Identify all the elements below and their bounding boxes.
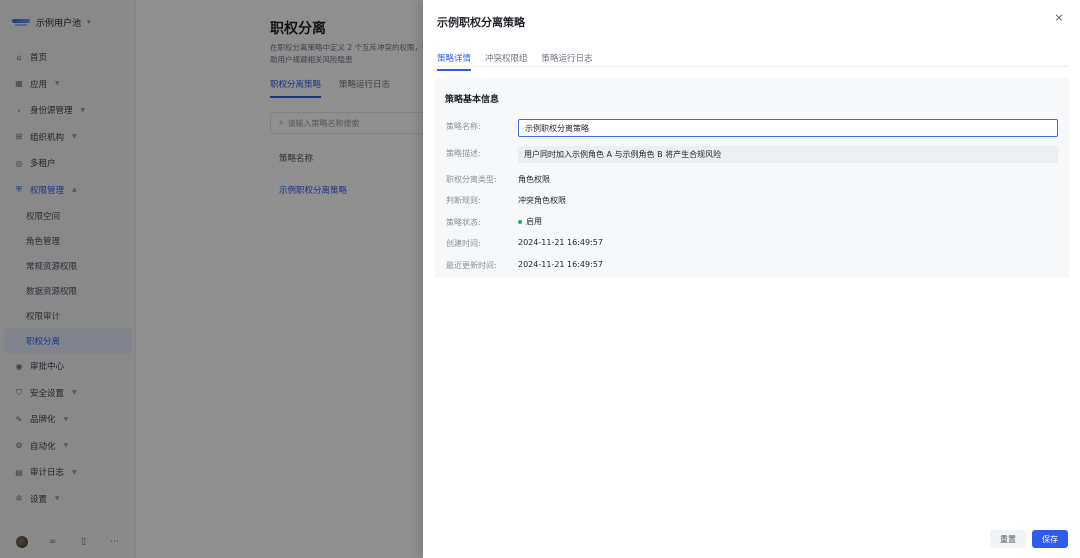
field-value-created: 2024-11-21 16:49:57 <box>518 238 603 247</box>
status-dot-icon <box>518 219 522 224</box>
field-label-type: 职权分离类型: <box>446 175 497 184</box>
field-label-description: 策略描述: <box>446 149 481 158</box>
tabs-divider <box>437 66 1068 67</box>
field-label-rule: 判断规则: <box>446 196 481 205</box>
field-value-updated: 2024-11-21 16:49:57 <box>518 260 603 269</box>
field-label-status: 策略状态: <box>446 218 481 227</box>
drawer-tabs: 策略详情 冲突权限组 策略运行日志 <box>437 52 593 71</box>
field-value-status: 启用 <box>526 217 542 226</box>
field-value-rule: 冲突角色权限 <box>518 196 566 205</box>
policy-name-input[interactable] <box>518 119 1058 137</box>
field-value-type: 角色权限 <box>518 175 550 184</box>
tab-conflict-groups[interactable]: 冲突权限组 <box>485 52 528 71</box>
reset-button[interactable]: 重置 <box>990 530 1026 548</box>
field-label-name: 策略名称: <box>446 122 481 131</box>
tab-policy-details[interactable]: 策略详情 <box>437 52 472 71</box>
section-title: 策略基本信息 <box>445 95 500 105</box>
close-icon[interactable]: × <box>1052 10 1066 24</box>
field-label-updated: 最近更新时间: <box>446 261 497 270</box>
status-badge: 启用 <box>518 216 542 227</box>
policy-detail-drawer: 示例职权分离策略 × 策略详情 冲突权限组 策略运行日志 策略基本信息 策略名称… <box>423 0 1080 558</box>
save-button[interactable]: 保存 <box>1032 530 1068 548</box>
field-label-created: 创建时间: <box>446 239 481 248</box>
tab-run-logs[interactable]: 策略运行日志 <box>542 52 593 71</box>
drawer-title: 示例职权分离策略 <box>437 16 525 29</box>
policy-description-field[interactable]: 用户同时加入示例角色 A 与示例角色 B 将产生合规风险 <box>518 146 1058 163</box>
policy-info-card: 策略基本信息 策略名称: 策略描述: 用户同时加入示例角色 A 与示例角色 B … <box>435 78 1069 278</box>
